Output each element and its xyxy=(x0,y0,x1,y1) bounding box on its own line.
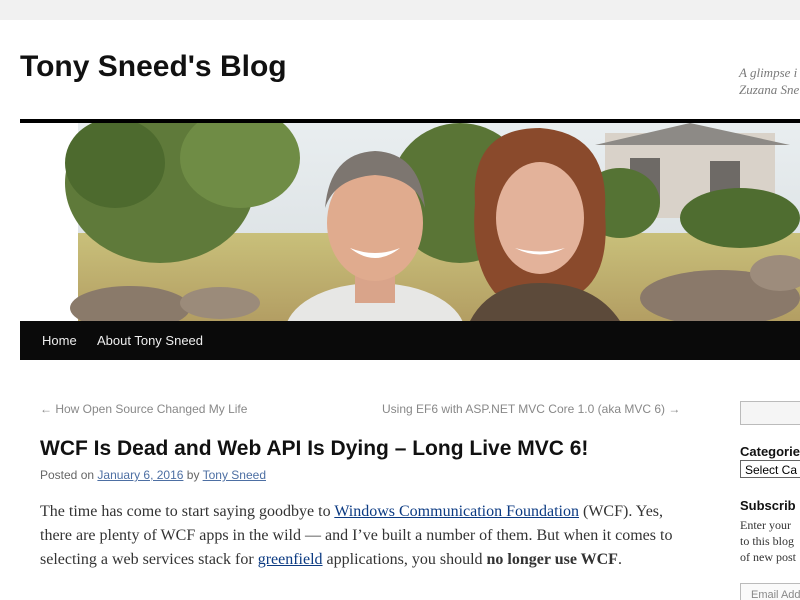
categories-heading: Categorie xyxy=(740,444,800,459)
post-meta: Posted on January 6, 2016 by Tony Sneed xyxy=(40,468,266,482)
nav-item-about[interactable]: About Tony Sneed xyxy=(97,321,203,360)
site-description: A glimpse i Zuzana Sne xyxy=(739,64,799,98)
site-description-line: Zuzana Sne xyxy=(739,82,800,97)
greenfield-link[interactable]: greenfield xyxy=(258,551,323,568)
wcf-link[interactable]: Windows Communication Foundation xyxy=(334,503,579,520)
post-paragraph: The time has come to start saying goodby… xyxy=(40,500,690,572)
site-title[interactable]: Tony Sneed's Blog xyxy=(20,50,287,84)
banner-photo xyxy=(20,123,800,321)
main-navigation: Home About Tony Sneed xyxy=(20,321,800,360)
nav-item-home[interactable]: Home xyxy=(42,321,77,360)
post-date-link[interactable]: January 6, 2016 xyxy=(97,468,183,482)
body-text: applications, you should xyxy=(322,551,487,568)
header-banner-image xyxy=(20,123,800,321)
categories-select[interactable]: Select Ca xyxy=(740,460,800,478)
post-title[interactable]: WCF Is Dead and Web API Is Dying – Long … xyxy=(40,437,588,461)
by-label: by xyxy=(186,468,200,482)
site-description-line: A glimpse i xyxy=(739,65,798,80)
previous-post-link[interactable]: ← How Open Source Changed My Life xyxy=(40,402,247,416)
subscribe-text-line: to this blog xyxy=(740,534,795,548)
search-input[interactable] xyxy=(740,401,800,425)
body-text: The time has come to start saying goodby… xyxy=(40,503,335,520)
posted-on-label: Posted on xyxy=(40,468,95,482)
email-field[interactable]: Email Add xyxy=(740,583,800,600)
subscribe-text-line: of new post xyxy=(740,550,796,564)
subscribe-text-line: Enter your xyxy=(740,518,791,532)
body-bold-text: no longer use WCF xyxy=(486,551,618,568)
post-author-link[interactable]: Tony Sneed xyxy=(203,468,266,482)
subscribe-heading: Subscrib xyxy=(740,498,796,513)
subscribe-text: Enter your to this blog of new post xyxy=(740,517,800,565)
post-content: The time has come to start saying goodby… xyxy=(40,500,690,572)
page: Tony Sneed's Blog A glimpse i Zuzana Sne xyxy=(0,20,800,600)
body-text: . xyxy=(617,551,622,568)
next-post-link[interactable]: Using EF6 with ASP.NET MVC Core 1.0 (aka… xyxy=(382,402,680,416)
